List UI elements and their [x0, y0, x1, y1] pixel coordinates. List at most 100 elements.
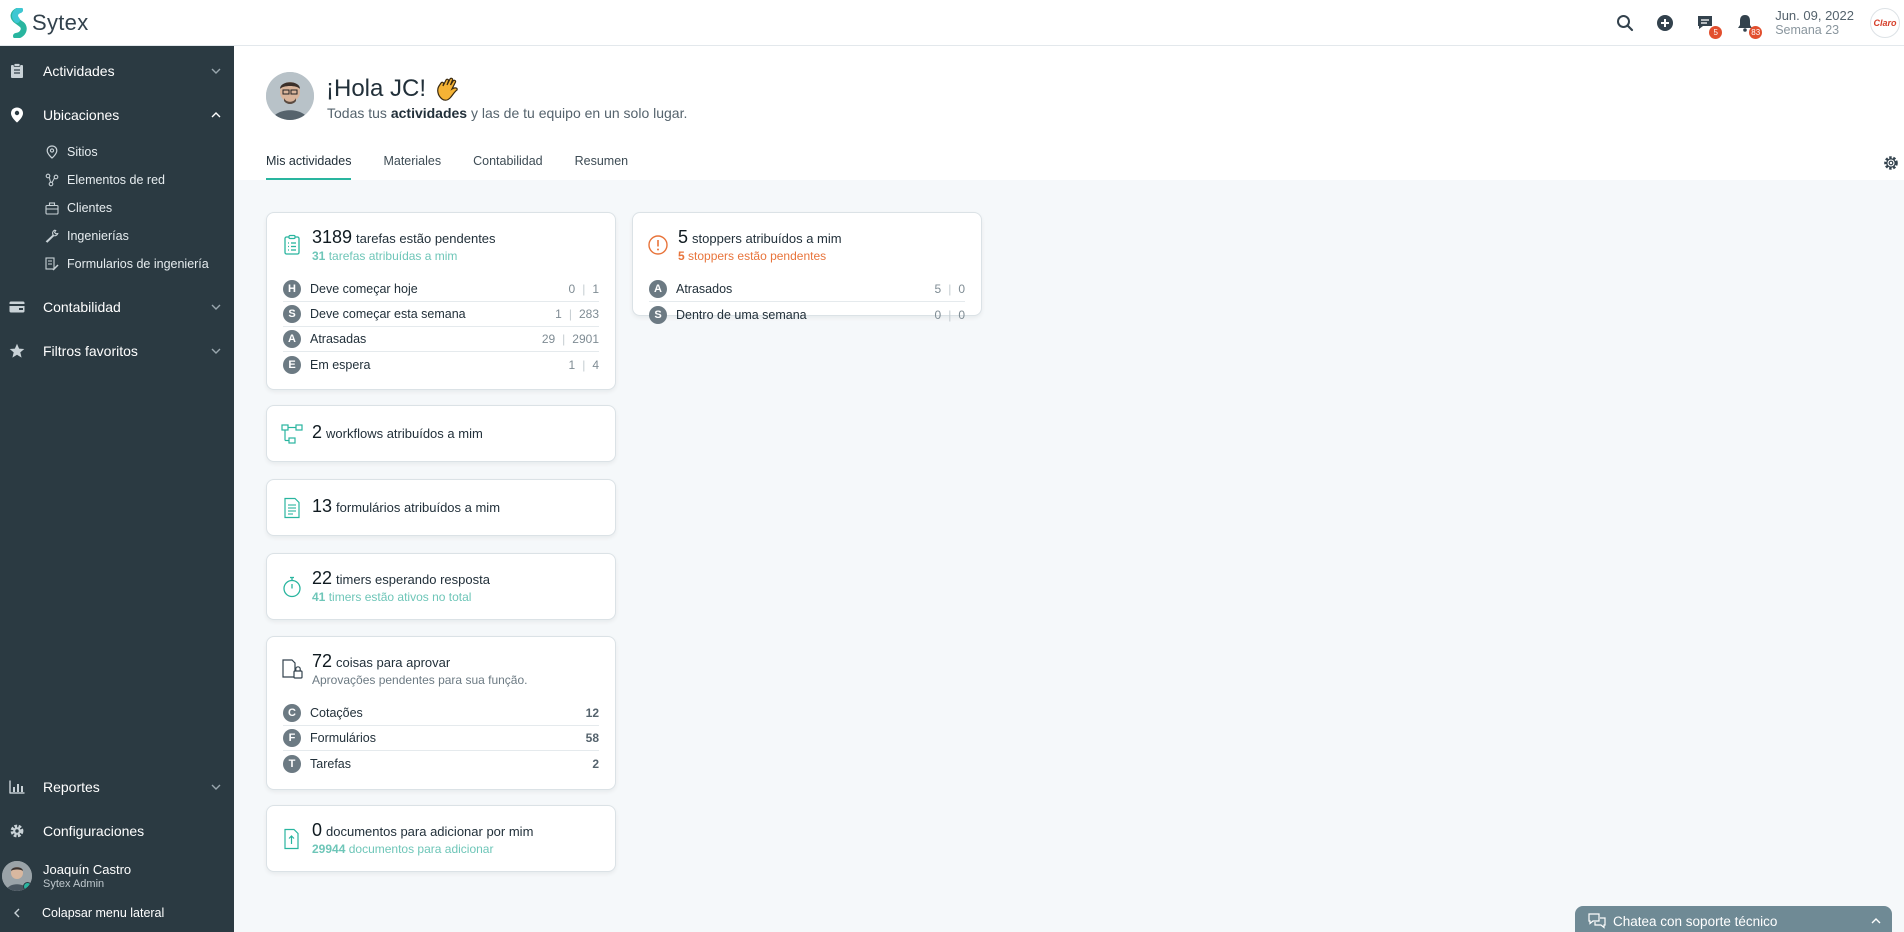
sidebar-item-actividades[interactable]: Actividades [0, 51, 234, 91]
subtitle-bold: actividades [390, 105, 468, 121]
stoppers-sub-text: stoppers estão pendentes [688, 249, 827, 263]
briefcase-icon [45, 201, 59, 215]
stoppers-count: 5 [678, 227, 689, 247]
row-values: 1 | 283 [555, 307, 599, 321]
documents-title-text: documentos para adicionar por mim [326, 824, 534, 839]
sidebar-subitem-label: Sitios [67, 145, 98, 159]
row-value-total: 0 [958, 282, 965, 296]
tasks-row-week[interactable]: S Deve começar esta semana 1 | 283 [283, 302, 599, 327]
row-letter-badge: C [283, 704, 301, 722]
stoppers-row-week[interactable]: S Dentro de uma semana 0 | 0 [649, 302, 965, 327]
tab-materiales[interactable]: Materiales [383, 154, 441, 180]
forms-title-text: formulários atribuídos a mim [336, 500, 501, 515]
stoppers-title-text: stoppers atribuídos a mim [692, 231, 842, 246]
wrench-icon [45, 229, 59, 243]
row-label: Atrasados [676, 282, 733, 296]
messages-icon[interactable]: 5 [1694, 12, 1723, 39]
add-icon[interactable] [1654, 12, 1676, 34]
user-name: Joaquín Castro [43, 861, 132, 877]
sidebar-item-ubicaciones[interactable]: Ubicaciones [0, 95, 234, 135]
greeting-avatar [266, 72, 314, 120]
sidebar-subitem-sitios[interactable]: Sitios [0, 140, 234, 164]
sidebar-item-contabilidad[interactable]: Contabilidad [0, 287, 234, 327]
tasks-row-late[interactable]: A Atrasadas 29 | 2901 [283, 327, 599, 352]
forms-card[interactable]: 13 formulários atribuídos a mim [266, 479, 616, 536]
sidebar-subitem-label: Ingenierías [67, 229, 129, 243]
timers-sub-count: 41 [312, 590, 326, 604]
tab-contabilidad[interactable]: Contabilidad [473, 154, 543, 180]
sidebar-item-label: Filtros favoritos [43, 343, 138, 359]
row-value-mine: 0 [934, 307, 942, 322]
current-date: Jun. 09, 2022 [1775, 7, 1854, 23]
approvals-row-quotes[interactable]: C Cotações 12 [283, 701, 599, 726]
chevron-down-icon [211, 784, 221, 790]
chevron-up-icon[interactable] [1870, 915, 1882, 927]
row-value-total: 2901 [572, 332, 599, 346]
timers-subtitle[interactable]: 41 timers estão ativos no total [312, 590, 471, 604]
dashboard-header: ¡Hola JC! Todas tus actividades y las de… [234, 46, 1904, 180]
row-value-mine: 1 [555, 307, 562, 321]
tasks-card[interactable]: 3189 tarefas estão pendentes 31 tarefas a… [266, 212, 616, 390]
row-letter-badge: F [283, 729, 301, 747]
row-value-total: 0 [958, 307, 965, 322]
stoppers-sub-count: 5 [678, 249, 685, 263]
workflows-card[interactable]: 2 workflows atribuídos a mim [266, 405, 616, 462]
document-upload-icon [284, 828, 299, 850]
row-value-mine: 29 [541, 332, 556, 346]
bar-chart-icon [9, 779, 25, 795]
sidebar-item-label: Actividades [43, 63, 115, 79]
forms-count: 13 [312, 496, 333, 516]
search-icon[interactable] [1614, 12, 1636, 34]
dashboard-settings-gear-icon[interactable] [1882, 154, 1900, 172]
sytex-logo[interactable]: Sytex [8, 7, 89, 38]
row-values: 1 | 4 [568, 357, 600, 372]
approvals-card[interactable]: 72 coisas para aprovar Aprovações pendent… [266, 636, 616, 790]
stoppers-subtitle[interactable]: 5 stoppers estão pendentes [678, 249, 826, 263]
sidebar-item-configuraciones[interactable]: Configuraciones [0, 811, 234, 851]
approvals-row-forms[interactable]: F Formulários 58 [283, 726, 599, 751]
row-label: Atrasadas [310, 332, 367, 346]
documents-sub-count: 29944 [312, 842, 346, 856]
sidebar-subitem-formularios-de-ingenieria[interactable]: Formularios de ingeniería [0, 252, 234, 276]
workflows-title: 2 workflows atribuídos a mim [312, 422, 483, 443]
sidebar-subitem-elementos-de-red[interactable]: Elementos de red [0, 168, 234, 192]
stoppers-title: 5 stoppers atribuídos a mim [678, 227, 842, 248]
tasks-sub-count: 31 [312, 249, 326, 263]
location-outline-icon [45, 145, 59, 159]
tasks-subtitle[interactable]: 31 tarefas atribuídas a mim [312, 249, 457, 263]
row-values: 0 | 1 [568, 282, 600, 296]
approvals-title: 72 coisas para aprovar [312, 651, 450, 672]
client-logo[interactable]: Claro [1870, 7, 1900, 38]
sidebar-subitem-label: Clientes [67, 201, 113, 215]
chevron-down-icon [211, 348, 221, 354]
main-content: ¡Hola JC! Todas tus actividades y las de… [234, 46, 1904, 932]
notifications-bell-icon[interactable]: 83 [1734, 12, 1763, 39]
tasks-row-today[interactable]: H Deve começar hoje 0 | 1 [283, 277, 599, 302]
row-value-mine: 0 [568, 282, 576, 296]
user-profile[interactable]: Joaquín Castro Sytex Admin [0, 856, 234, 896]
documents-card[interactable]: 0 documentos para adicionar por mim 29944… [266, 805, 616, 872]
timers-count: 22 [312, 568, 333, 588]
sidebar-subitem-ingenierias[interactable]: Ingenierías [0, 224, 234, 248]
tab-mis-actividades[interactable]: Mis actividades [266, 154, 352, 180]
support-chat-button[interactable]: Chatea con soporte técnico [1575, 906, 1892, 932]
row-letter-badge: T [283, 754, 301, 773]
form-edit-icon [45, 257, 59, 271]
sidebar-item-reportes[interactable]: Reportes [0, 767, 234, 807]
sidebar-subitem-label: Formularios de ingeniería [67, 257, 209, 271]
tasks-row-waiting[interactable]: E Em espera 1 | 4 [283, 352, 599, 377]
sidebar-subitem-clientes[interactable]: Clientes [0, 196, 234, 220]
approvals-row-tasks[interactable]: T Tarefas 2 [283, 751, 599, 776]
stoppers-card[interactable]: 5 stoppers atribuídos a mim 5 stoppers es… [632, 212, 982, 324]
row-label: Formulários [310, 731, 376, 745]
sidebar-item-label: Contabilidad [43, 299, 121, 315]
alert-circle-icon [648, 235, 668, 255]
collapse-sidebar-button[interactable]: Colapsar menu lateral [0, 898, 234, 928]
row-letter-badge: A [649, 280, 667, 298]
timers-card[interactable]: 22 timers esperando resposta 41 timers es… [266, 553, 616, 620]
documents-subtitle[interactable]: 29944 documentos para adicionar [312, 842, 493, 856]
stoppers-row-late[interactable]: A Atrasados 5 | 0 [649, 277, 965, 302]
sidebar-item-filtros-favoritos[interactable]: Filtros favoritos [0, 331, 234, 371]
chevron-up-icon [211, 112, 221, 118]
tab-resumen[interactable]: Resumen [575, 154, 629, 180]
